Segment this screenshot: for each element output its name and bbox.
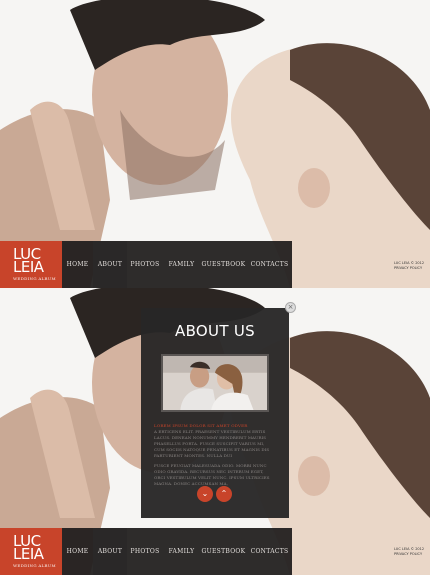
site-logo[interactable]: LUC LEIA WEDDING ALBUM: [0, 241, 62, 288]
nav-item-home[interactable]: HOME: [62, 528, 93, 575]
bottom-screen: × ABOUT US LOREM IPSUM DOLOR SIT AMET OD…: [0, 288, 430, 575]
site-logo[interactable]: LUC LEIA WEDDING ALBUM: [0, 528, 62, 575]
logo-line2: LEIA: [13, 545, 44, 563]
nav-item-home[interactable]: HOME: [62, 241, 93, 288]
nav-item-family[interactable]: FAMILY: [163, 528, 200, 575]
couple-photo: [161, 354, 269, 412]
nav-menu: HOME ABOUT PHOTOS FAMILY GUESTBOOK CONTA…: [62, 528, 292, 575]
scroll-up-icon[interactable]: ⌃: [216, 486, 232, 502]
nav-item-contacts[interactable]: CONTACTS: [247, 528, 292, 575]
modal-scroll-controls: ⌄ ⌃: [197, 486, 232, 502]
close-icon[interactable]: ×: [285, 302, 296, 313]
nav-item-about[interactable]: ABOUT: [93, 528, 127, 575]
main-navigation-bar: LUC LEIA WEDDING ALBUM HOME ABOUT PHOTOS…: [0, 241, 292, 288]
top-screen: LUC LEIA WEDDING ALBUM HOME ABOUT PHOTOS…: [0, 0, 430, 288]
nav-item-guestbook[interactable]: GUESTBOOK: [200, 528, 247, 575]
privacy-policy-link[interactable]: PRIVACY POLICY: [394, 266, 430, 271]
scroll-down-icon[interactable]: ⌄: [197, 486, 213, 502]
logo-subtitle: WEDDING ALBUM: [13, 563, 56, 568]
main-navigation-bar: LUC LEIA WEDDING ALBUM HOME ABOUT PHOTOS…: [0, 528, 292, 575]
logo-subtitle: WEDDING ALBUM: [13, 276, 56, 281]
nav-item-guestbook[interactable]: GUESTBOOK: [200, 241, 247, 288]
modal-paragraph-2: FUSCE FEUGIAT MALESUADA ODIO. MORBI NUNC…: [154, 463, 270, 486]
privacy-policy-link[interactable]: PRIVACY POLICY: [394, 552, 430, 557]
modal-title: ABOUT US: [175, 322, 255, 340]
nav-item-photos[interactable]: PHOTOS: [127, 528, 163, 575]
about-us-modal: × ABOUT US LOREM IPSUM DOLOR SIT AMET OD…: [141, 302, 296, 518]
nav-menu: HOME ABOUT PHOTOS FAMILY GUESTBOOK CONTA…: [62, 241, 292, 288]
copyright-notice: LUC LEIA © 2012 PRIVACY POLICY: [394, 547, 430, 557]
modal-paragraph-1: A ERTICENS ELIT. PRAESENT VESTIBULUM ERT…: [154, 429, 270, 458]
nav-item-family[interactable]: FAMILY: [163, 241, 200, 288]
copyright-notice: LUC LEIA © 2012 PRIVACY POLICY: [394, 261, 430, 271]
logo-line2: LEIA: [13, 258, 44, 276]
nav-item-contacts[interactable]: CONTACTS: [247, 241, 292, 288]
modal-heading: LOREM IPSUM DOLOR SIT AMET ODVER: [154, 423, 248, 428]
nav-item-photos[interactable]: PHOTOS: [127, 241, 163, 288]
nav-item-about[interactable]: ABOUT: [93, 241, 127, 288]
